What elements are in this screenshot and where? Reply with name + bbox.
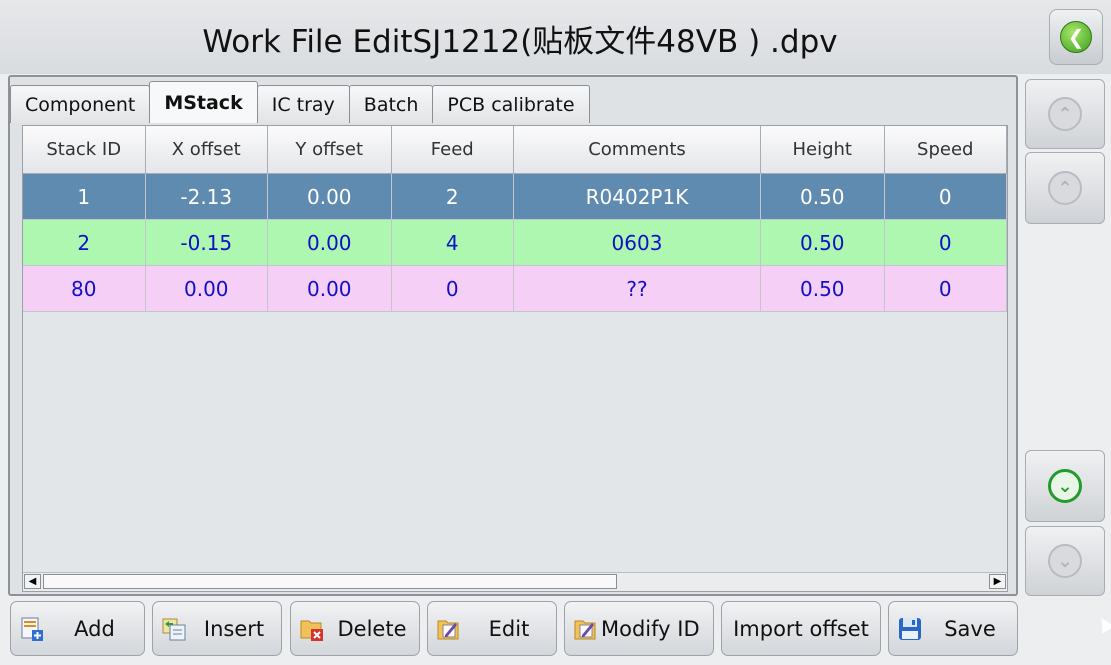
add-file-icon <box>19 616 45 642</box>
cell-x-offset: 0.00 <box>145 266 268 312</box>
import-offset-button[interactable]: Import offset <box>721 601 881 656</box>
delete-button[interactable]: Delete <box>290 601 420 656</box>
cell-feed: 4 <box>391 220 514 266</box>
modify-id-label: Modify ID <box>601 616 700 641</box>
cell-height: 0.50 <box>761 174 885 220</box>
cell-y-offset: 0.00 <box>268 174 392 220</box>
cell-x-offset: -2.13 <box>145 174 268 220</box>
tab-mstack[interactable]: MStack <box>149 81 258 123</box>
back-arrow-icon: ❮ <box>1060 21 1092 53</box>
table-header: Stack ID X offset Y offset Feed Comments… <box>23 126 1007 174</box>
double-chevron-down-icon: ⌄ <box>1048 544 1082 578</box>
cell-y-offset: 0.00 <box>268 220 392 266</box>
col-header-height[interactable]: Height <box>761 126 885 174</box>
cell-height: 0.50 <box>761 220 885 266</box>
cell-y-offset: 0.00 <box>268 266 392 312</box>
modify-id-button[interactable]: Modify ID <box>564 601 714 656</box>
cell-speed: 0 <box>884 266 1007 312</box>
chevron-up-icon: ⌃ <box>1048 171 1082 205</box>
page-up-button[interactable]: ⌃ <box>1025 152 1105 224</box>
insert-button[interactable]: Insert <box>152 601 282 656</box>
table-row[interactable]: 1 -2.13 0.00 2 R0402P1K 0.50 0 <box>23 174 1007 220</box>
table-row[interactable]: 2 -0.15 0.00 4 0603 0.50 0 <box>23 220 1007 266</box>
add-label: Add <box>74 616 115 641</box>
tab-batch[interactable]: Batch <box>348 85 434 123</box>
tab-component[interactable]: Component <box>10 85 151 123</box>
scroll-left-icon[interactable]: ◀ <box>24 574 41 589</box>
back-button[interactable]: ❮ <box>1049 9 1103 65</box>
last-page-button[interactable]: ⌄ <box>1025 526 1105 596</box>
modify-edit-icon <box>573 616 599 642</box>
page-down-button[interactable]: ⌄ <box>1025 450 1105 522</box>
mouse-cursor-icon <box>1095 614 1111 634</box>
col-header-stack-id[interactable]: Stack ID <box>23 126 146 174</box>
double-chevron-up-icon: ⌃ <box>1048 97 1082 131</box>
cell-stack-id: 2 <box>23 220 146 266</box>
cell-comments: ?? <box>514 266 761 312</box>
cell-comments: R0402P1K <box>514 174 761 220</box>
edit-label: Edit <box>488 616 530 641</box>
cell-feed: 0 <box>391 266 514 312</box>
first-page-button[interactable]: ⌃ <box>1025 79 1105 149</box>
table-row[interactable]: 80 0.00 0.00 0 ?? 0.50 0 <box>23 266 1007 312</box>
delete-label: Delete <box>337 616 407 641</box>
col-header-feed[interactable]: Feed <box>391 126 514 174</box>
scrollbar-thumb[interactable] <box>43 574 617 589</box>
insert-label: Insert <box>203 616 265 641</box>
title-bar: Work File EditSJ1212(贴板文件48VB ) .dpv ❮ <box>0 0 1111 74</box>
import-offset-label: Import offset <box>733 616 869 641</box>
cell-speed: 0 <box>884 220 1007 266</box>
horizontal-scrollbar[interactable]: ◀ ▶ <box>23 572 1007 591</box>
tab-ic-tray[interactable]: IC tray <box>256 85 350 123</box>
tab-pcb-calibrate[interactable]: PCB calibrate <box>432 85 590 123</box>
save-button[interactable]: Save <box>888 601 1018 656</box>
col-header-comments[interactable]: Comments <box>514 126 761 174</box>
add-button[interactable]: Add <box>10 601 145 656</box>
save-disk-icon <box>897 616 923 642</box>
cell-speed: 0 <box>884 174 1007 220</box>
stack-table: Stack ID X offset Y offset Feed Comments… <box>22 125 1008 592</box>
cell-x-offset: -0.15 <box>145 220 268 266</box>
col-header-speed[interactable]: Speed <box>884 126 1007 174</box>
cell-stack-id: 80 <box>23 266 146 312</box>
tab-bar: Component MStack IC tray Batch PCB calib… <box>10 81 590 123</box>
col-header-y-offset[interactable]: Y offset <box>268 126 392 174</box>
cell-stack-id: 1 <box>23 174 146 220</box>
cell-height: 0.50 <box>761 266 885 312</box>
save-label: Save <box>944 616 996 641</box>
edit-icon <box>436 616 462 642</box>
cell-feed: 2 <box>391 174 514 220</box>
insert-icon <box>161 616 187 642</box>
chevron-down-icon: ⌄ <box>1048 469 1082 503</box>
col-header-x-offset[interactable]: X offset <box>145 126 268 174</box>
scroll-right-icon[interactable]: ▶ <box>989 574 1006 589</box>
delete-file-icon <box>299 616 325 642</box>
edit-button[interactable]: Edit <box>427 601 557 656</box>
window-title: Work File EditSJ1212(贴板文件48VB ) .dpv <box>202 24 838 60</box>
cell-comments: 0603 <box>514 220 761 266</box>
